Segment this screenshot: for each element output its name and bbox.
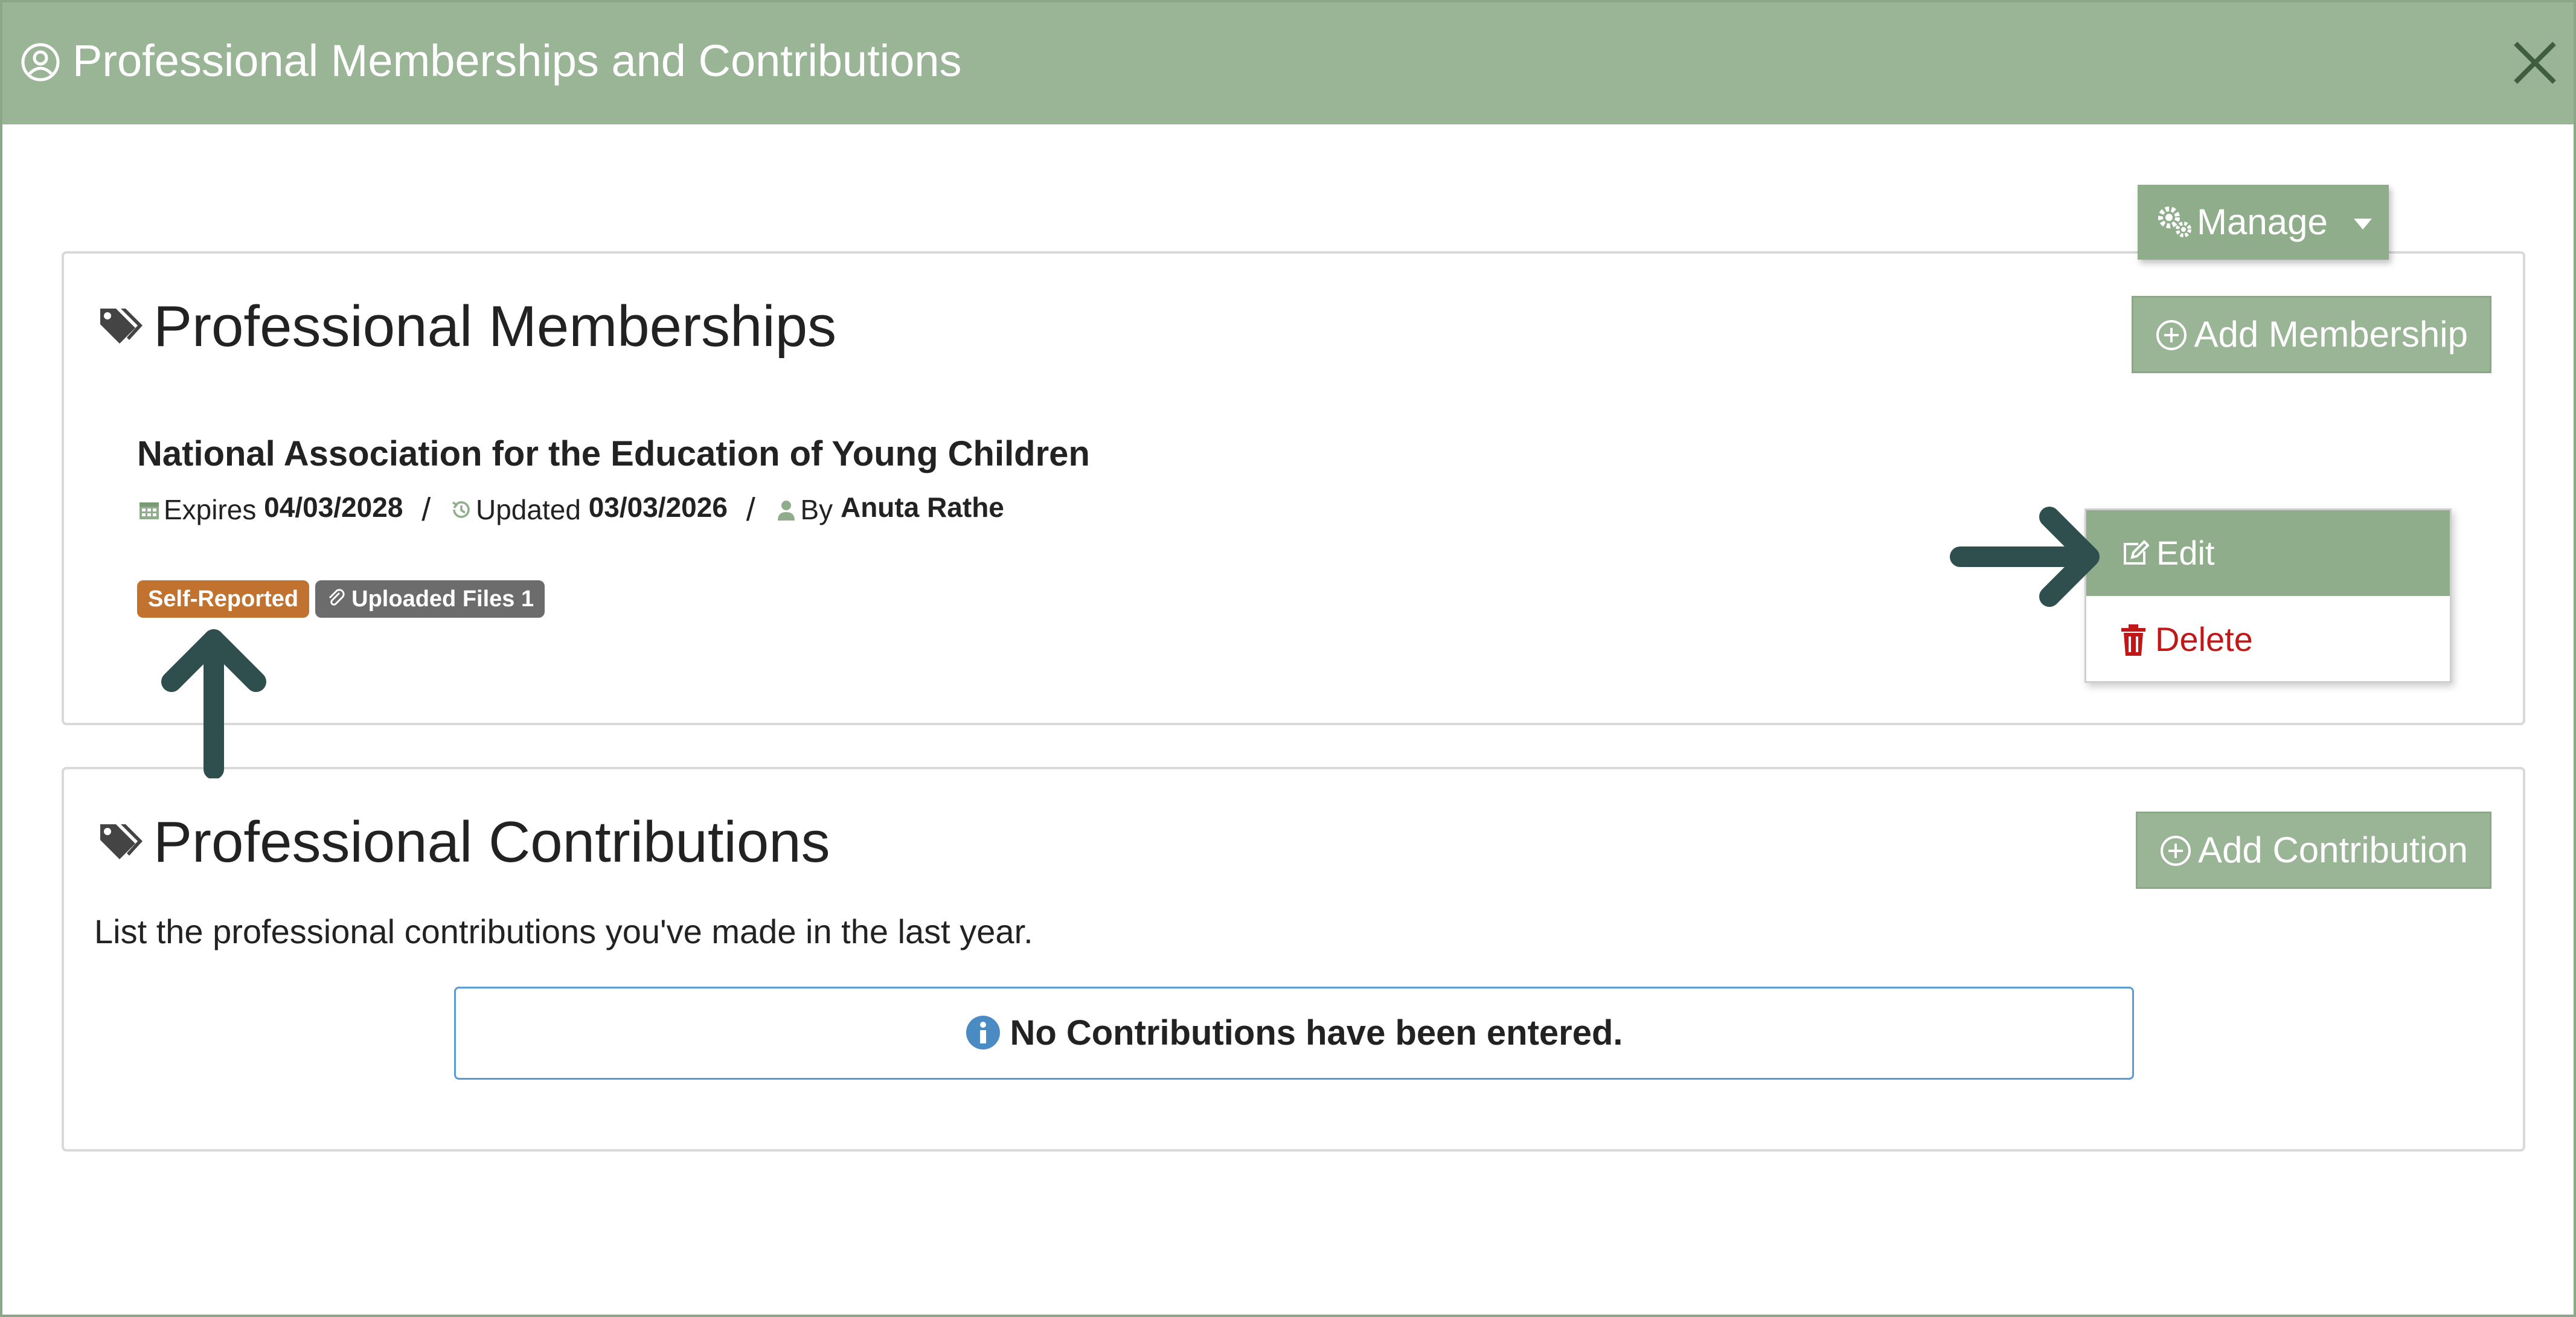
info-icon [966,1016,1001,1049]
arrow-right-annotation [1950,507,2100,607]
user-icon [777,501,795,521]
contributions-panel: Professional Contributions Add Contribut… [62,767,2525,1152]
add-membership-button[interactable]: Add Membership [2132,296,2491,373]
plus-circle-icon [2156,320,2187,350]
memberships-heading: Professional Memberships [98,293,836,360]
close-icon[interactable] [2511,39,2559,87]
caret-down-icon [2353,219,2372,229]
gears-icon [2158,207,2191,237]
uploaded-files-badge[interactable]: Uploaded Files 1 [315,580,545,618]
tags-icon [100,309,143,344]
delete-menu-item[interactable]: Delete [2086,596,2450,683]
paperclip-icon [329,589,345,606]
arrow-up-annotation [161,629,266,778]
membership-meta: Expires 04/03/2028 / Updated 03/03/2026 … [137,491,1004,528]
user-circle-icon [21,43,60,82]
trash-icon [2121,624,2145,656]
updated-date: 03/03/2026 [588,492,728,524]
add-contribution-button[interactable]: Add Contribution [2136,812,2491,889]
self-reported-badge: Self-Reported [137,580,310,618]
membership-name: National Association for the Education o… [137,434,1090,473]
author-name: Anuta Rathe [840,492,1004,524]
contributions-heading: Professional Contributions [98,809,830,876]
manage-button[interactable]: Manage [2138,185,2389,260]
empty-state-alert: No Contributions have been entered. [454,987,2134,1080]
membership-badges: Self-Reported Uploaded Files 1 [137,580,545,618]
edit-menu-item[interactable]: Edit [2086,510,2450,596]
expires-date: 04/03/2028 [264,492,403,524]
manage-dropdown-menu: Edit Delete [2084,508,2452,683]
modal-title: Professional Memberships and Contributio… [72,36,962,86]
plus-circle-icon [2161,836,2191,866]
tags-icon [100,824,143,859]
history-icon [452,501,470,518]
edit-icon [2124,540,2149,565]
modal-dialog: Professional Memberships and Contributio… [0,0,2576,1317]
calendar-icon [139,502,159,519]
contributions-description: List the professional contributions you'… [94,912,1033,950]
modal-header: Professional Memberships and Contributio… [2,2,2574,124]
